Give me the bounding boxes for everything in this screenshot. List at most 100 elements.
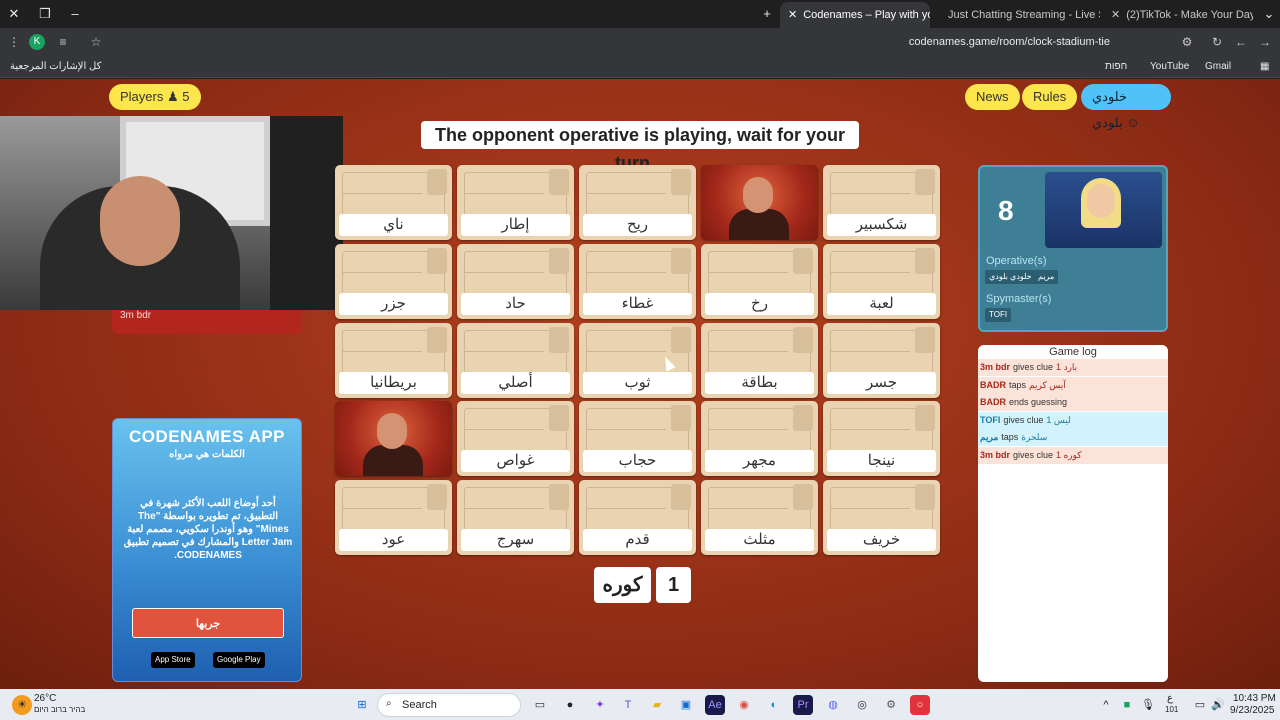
bookmark-star-icon[interactable]: ☆ [87,33,105,51]
promo-body: أحد أوضاع اللعب الأكثر شهرة في التطبيق، … [123,498,293,561]
address-bar[interactable]: codenames.game/room/clock-stadium-tie ⚙ [110,30,1200,54]
windows-taskbar: ☀ 26°C בהיר ברוב היום ⊞ ⌕ Search ▭ ● ✦ T… [0,689,1280,720]
reload-icon[interactable]: ↻ [1208,33,1226,51]
agent-silhouette-icon [915,484,935,510]
word-card[interactable]: مجهر [701,401,818,476]
agent-silhouette-icon [549,169,569,195]
close-window-icon[interactable]: ✕ [5,5,23,23]
keyboard-layout: 101 [1165,705,1179,714]
restore-window-icon[interactable]: ❐ [36,5,54,23]
chrome-icon[interactable]: ◉ [734,695,754,715]
close-tab-icon[interactable]: ✕ [1111,2,1120,28]
close-tab-icon[interactable]: ✕ [788,2,797,28]
card-word: ريح [583,214,692,236]
back-icon[interactable]: → [1256,33,1274,51]
players-button[interactable]: Players ♟ 5 [109,84,201,110]
word-card[interactable]: رخ [701,244,818,319]
word-card[interactable]: بطاقة [701,323,818,398]
bookmark-gmail[interactable]: Gmail [1205,61,1231,72]
taskbar-search[interactable]: ⌕ Search [377,693,521,717]
tab-title: Codenames – Play with your Fr [803,9,930,21]
promo-try-button[interactable]: جربها [132,608,284,638]
tab-list-icon[interactable]: ⌄ [1260,5,1278,23]
game-log[interactable]: Game log 3m bdr gives clue بارد 1 BADR taps آ… [978,345,1168,682]
copilot-icon[interactable]: ✦ [590,695,610,715]
clock-time[interactable]: 10:43 PM [1233,693,1276,704]
card-word: رخ [705,293,814,315]
card-word: جسر [827,372,936,394]
word-card[interactable]: بريطانيا [335,323,452,398]
after-effects-icon[interactable]: Ae [705,695,725,715]
apps-grid-icon[interactable]: ▦ [1260,61,1269,72]
mic-icon[interactable]: 🎙 [1138,695,1158,715]
input-language[interactable]: ع [1167,693,1173,704]
tab-tiktok[interactable]: ✕ (2)TikTok - Make Your Day [1103,2,1253,28]
minimize-window-icon[interactable]: – [66,5,84,23]
media-control-icon[interactable]: ≡ [54,33,72,51]
word-card[interactable]: سهرج [457,480,574,555]
new-tab-icon[interactable]: + [758,5,776,23]
word-card[interactable]: إطار [457,165,574,240]
word-card[interactable]: مثلث [701,480,818,555]
app-red-icon[interactable]: ○ [910,695,930,715]
profile-avatar[interactable]: K [29,34,45,50]
word-card[interactable]: لعبة [823,244,940,319]
settings-icon[interactable]: ⚙ [881,695,901,715]
word-card[interactable]: ناي [335,165,452,240]
tray-chevron-icon[interactable]: ^ [1096,695,1116,715]
word-card[interactable]: عود [335,480,452,555]
app-store-badge[interactable]: App Store [151,652,195,668]
word-card[interactable]: حجاب [579,401,696,476]
edge-icon[interactable]: ◐ [764,695,784,715]
promo-title: CODENAMES APP [128,427,286,446]
codenames-game: Players ♟ 5 News Rules خلودي بلودي ☺ The… [0,79,1280,689]
tab-kick[interactable]: Just Chatting Streaming - Live S [940,2,1100,28]
word-card[interactable]: خريف [823,480,940,555]
word-card[interactable]: غواص [457,401,574,476]
card-word: مجهر [705,450,814,472]
agent-silhouette-icon [427,248,447,274]
card-word: أصلي [461,372,570,394]
word-card[interactable]: أصلي [457,323,574,398]
log-entry: مريم taps سلحرة [978,429,1168,446]
word-card[interactable]: حاد [457,244,574,319]
log-entry: 3m bdr gives clue بارد 1 [978,359,1168,376]
network-icon[interactable]: ▭ [1190,695,1210,715]
file-explorer-icon[interactable]: ▰ [647,695,667,715]
log-player: TOFI [980,414,1001,425]
bookmark-maps[interactable]: חפות [1105,61,1127,72]
discord-icon[interactable]: ◍ [823,695,843,715]
word-card[interactable]: شكسبير [823,165,940,240]
weather-icon[interactable]: ☀ [12,695,32,715]
store-icon[interactable]: ▣ [676,695,696,715]
all-bookmarks-folder[interactable]: كل الإشارات المرجعية [10,61,101,72]
chat-app-icon[interactable]: ● [560,695,580,715]
log-action: gives clue [1013,449,1054,460]
log-action: gives clue [1003,414,1044,425]
tab-codenames[interactable]: ✕ Codenames – Play with your Fr [780,2,930,28]
tray-app-icon[interactable]: ■ [1117,695,1137,715]
bookmark-youtube[interactable]: YouTube [1150,61,1189,72]
site-settings-icon[interactable]: ⚙ [1178,33,1196,51]
task-view-icon[interactable]: ▭ [530,695,550,715]
teams-icon[interactable]: T [618,695,638,715]
agent-silhouette-icon [549,248,569,274]
word-card[interactable]: جسر [823,323,940,398]
word-card[interactable]: نينجا [823,401,940,476]
menu-icon[interactable]: ⋮ [5,33,23,51]
user-button[interactable]: خلودي بلودي ☺ [1081,84,1171,130]
word-card[interactable]: ثوب [579,323,696,398]
volume-icon[interactable]: 🔊 [1208,695,1228,715]
rules-button[interactable]: Rules [1022,84,1078,110]
clock-date[interactable]: 9/23/2025 [1230,705,1275,716]
start-icon[interactable]: ⊞ [352,695,372,715]
forward-icon[interactable]: ← [1232,33,1250,51]
premiere-icon[interactable]: Pr [793,695,813,715]
steam-icon[interactable]: ◎ [852,695,872,715]
news-button[interactable]: News [965,84,1020,110]
word-card[interactable]: غطاء [579,244,696,319]
google-play-badge[interactable]: Google Play [213,652,265,668]
word-card[interactable]: ريح [579,165,696,240]
word-card[interactable]: قدم [579,480,696,555]
word-card[interactable]: جزر [335,244,452,319]
